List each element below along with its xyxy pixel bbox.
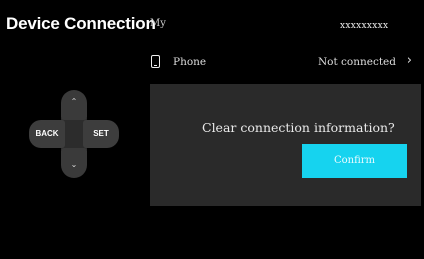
confirm-button[interactable]: Confirm bbox=[302, 144, 407, 178]
dpad-up-button[interactable]: ⌃ bbox=[61, 90, 87, 120]
device-id: xxxxxxxxx bbox=[340, 21, 389, 31]
dpad-down-button[interactable]: ⌄ bbox=[61, 148, 87, 178]
title-tail-text: My bbox=[150, 18, 166, 29]
phone-icon bbox=[151, 55, 160, 68]
chevron-up-icon: ⌃ bbox=[70, 97, 78, 106]
chevron-right-icon: › bbox=[406, 53, 412, 68]
phone-label: Phone bbox=[173, 56, 207, 68]
connection-status: Not connected bbox=[317, 56, 396, 68]
page-title: Device Connection bbox=[6, 14, 156, 33]
phone-connection-row[interactable]: Phone Not connected › bbox=[150, 52, 414, 72]
back-button[interactable]: BACK bbox=[29, 120, 65, 148]
set-button[interactable]: SET bbox=[83, 120, 119, 148]
dpad: ⌃ ⌄ BACK SET bbox=[26, 88, 134, 184]
clear-connection-dialog: Clear connection information? Confirm bbox=[150, 84, 421, 206]
dialog-message: Clear connection information? bbox=[202, 120, 395, 135]
chevron-down-icon: ⌄ bbox=[70, 160, 78, 169]
